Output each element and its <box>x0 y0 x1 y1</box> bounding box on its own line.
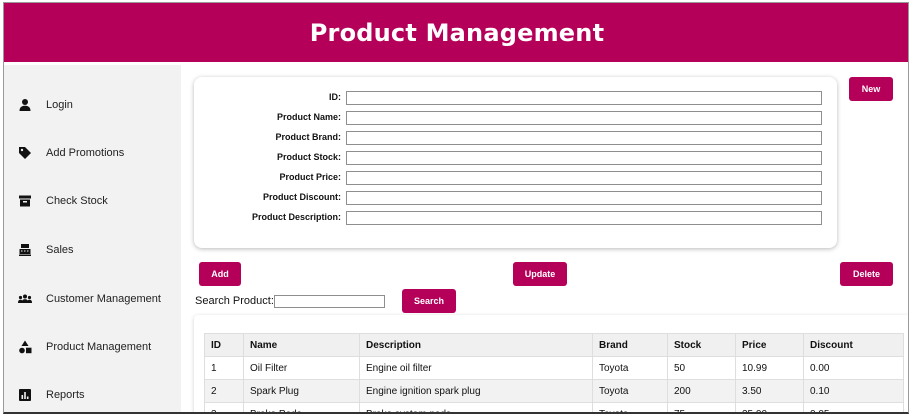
table-cell: 3 <box>204 402 244 412</box>
product-stock-label: Product Stock: <box>276 152 341 162</box>
cash-register-icon <box>18 243 32 257</box>
column-header-name[interactable]: Name <box>243 333 360 357</box>
search-label: Search Product: <box>195 295 274 307</box>
search-button[interactable]: Search <box>402 289 456 313</box>
product-discount-field[interactable] <box>346 191 822 205</box>
form-row-discount: Product Discount: <box>194 191 837 207</box>
sidebar-item-sales[interactable]: Sales <box>4 228 181 272</box>
table-cell: Spark Plug <box>243 379 360 403</box>
table-row[interactable]: 3 Brake Pads Brake system pads Toyota 75… <box>204 402 904 412</box>
sidebar-item-label: Customer Management <box>46 293 161 305</box>
table-cell: Brake system pads <box>359 402 593 412</box>
sidebar-item-reports[interactable]: Reports <box>4 373 181 412</box>
product-description-field[interactable] <box>346 211 822 225</box>
page-title: Product Management <box>309 18 605 47</box>
form-row-name: Product Name: <box>194 111 837 127</box>
column-header-price[interactable]: Price <box>735 333 804 357</box>
sidebar-item-customer-management[interactable]: Customer Management <box>4 277 181 321</box>
update-button[interactable]: Update <box>513 262 567 286</box>
table-cell: 25.00 <box>735 402 804 412</box>
form-row-id: ID: <box>194 91 837 107</box>
new-button[interactable]: New <box>849 77 893 101</box>
id-field[interactable] <box>346 91 822 105</box>
form-row-price: Product Price: <box>194 171 837 187</box>
table-cell: 200 <box>667 379 736 403</box>
sidebar-item-add-promotions[interactable]: Add Promotions <box>4 131 181 175</box>
table-cell: Engine oil filter <box>359 356 593 380</box>
page-header: Product Management <box>4 3 908 62</box>
table-cell: 0.10 <box>803 379 904 403</box>
sidebar-item-check-stock[interactable]: Check Stock <box>4 179 181 223</box>
table-cell: 2 <box>204 379 244 403</box>
product-price-label: Product Price: <box>279 172 341 182</box>
product-table-panel: ID Name Description Brand Stock Price Di… <box>194 315 908 412</box>
column-header-brand[interactable]: Brand <box>592 333 668 357</box>
product-name-field[interactable] <box>346 111 822 125</box>
column-header-description[interactable]: Description <box>359 333 593 357</box>
product-brand-field[interactable] <box>346 131 822 145</box>
users-icon <box>18 292 32 306</box>
table-cell: Engine ignition spark plug <box>359 379 593 403</box>
chart-icon <box>18 388 32 402</box>
table-cell: 1 <box>204 356 244 380</box>
table-cell: 75 <box>667 402 736 412</box>
sidebar-item-product-management[interactable]: Product Management <box>4 325 181 369</box>
column-header-id[interactable]: ID <box>204 333 244 357</box>
table-cell: Toyota <box>592 379 668 403</box>
user-icon <box>18 98 32 112</box>
sidebar-item-label: Product Management <box>46 341 152 353</box>
tag-icon <box>18 146 32 160</box>
table-cell: Toyota <box>592 402 668 412</box>
table-cell: 3.50 <box>735 379 804 403</box>
id-label: ID: <box>329 92 341 102</box>
form-row-description: Product Description: <box>194 211 837 227</box>
shapes-icon <box>18 340 32 354</box>
sidebar-item-label: Check Stock <box>46 195 108 207</box>
table-cell: 0.00 <box>803 356 904 380</box>
product-price-field[interactable] <box>346 171 822 185</box>
archive-box-icon <box>18 194 32 208</box>
product-description-label: Product Description: <box>251 212 341 222</box>
table-cell: Brake Pads <box>243 402 360 412</box>
table-cell: Toyota <box>592 356 668 380</box>
form-row-stock: Product Stock: <box>194 151 837 167</box>
form-row-brand: Product Brand: <box>194 131 837 147</box>
product-name-label: Product Name: <box>276 112 341 122</box>
table-cell: Oil Filter <box>243 356 360 380</box>
table-row[interactable]: 1 Oil Filter Engine oil filter Toyota 50… <box>204 356 904 380</box>
product-brand-label: Product Brand: <box>275 132 341 142</box>
search-input[interactable] <box>274 295 385 308</box>
app-window: Product Management Login Add Promotions … <box>3 2 909 414</box>
sidebar-item-label: Sales <box>46 244 74 256</box>
table-cell: 10.99 <box>735 356 804 380</box>
product-form: ID: Product Name: Product Brand: Product… <box>194 77 837 248</box>
column-header-discount[interactable]: Discount <box>803 333 904 357</box>
main-content: ID: Product Name: Product Brand: Product… <box>181 65 908 412</box>
sidebar-item-label: Add Promotions <box>46 147 125 159</box>
sidebar-item-login[interactable]: Login <box>4 83 181 127</box>
table-cell: 50 <box>667 356 736 380</box>
sidebar-item-label: Login <box>46 99 73 111</box>
column-header-stock[interactable]: Stock <box>667 333 736 357</box>
table-cell: 0.05 <box>803 402 904 412</box>
delete-button[interactable]: Delete <box>840 262 893 286</box>
table-row[interactable]: 2 Spark Plug Engine ignition spark plug … <box>204 379 904 403</box>
table-header-row: ID Name Description Brand Stock Price Di… <box>204 333 904 357</box>
product-table: ID Name Description Brand Stock Price Di… <box>204 333 904 412</box>
sidebar: Login Add Promotions Check Stock Sales C… <box>4 65 181 412</box>
product-stock-field[interactable] <box>346 151 822 165</box>
product-discount-label: Product Discount: <box>263 192 341 202</box>
add-button[interactable]: Add <box>199 262 241 286</box>
sidebar-item-label: Reports <box>46 389 85 401</box>
